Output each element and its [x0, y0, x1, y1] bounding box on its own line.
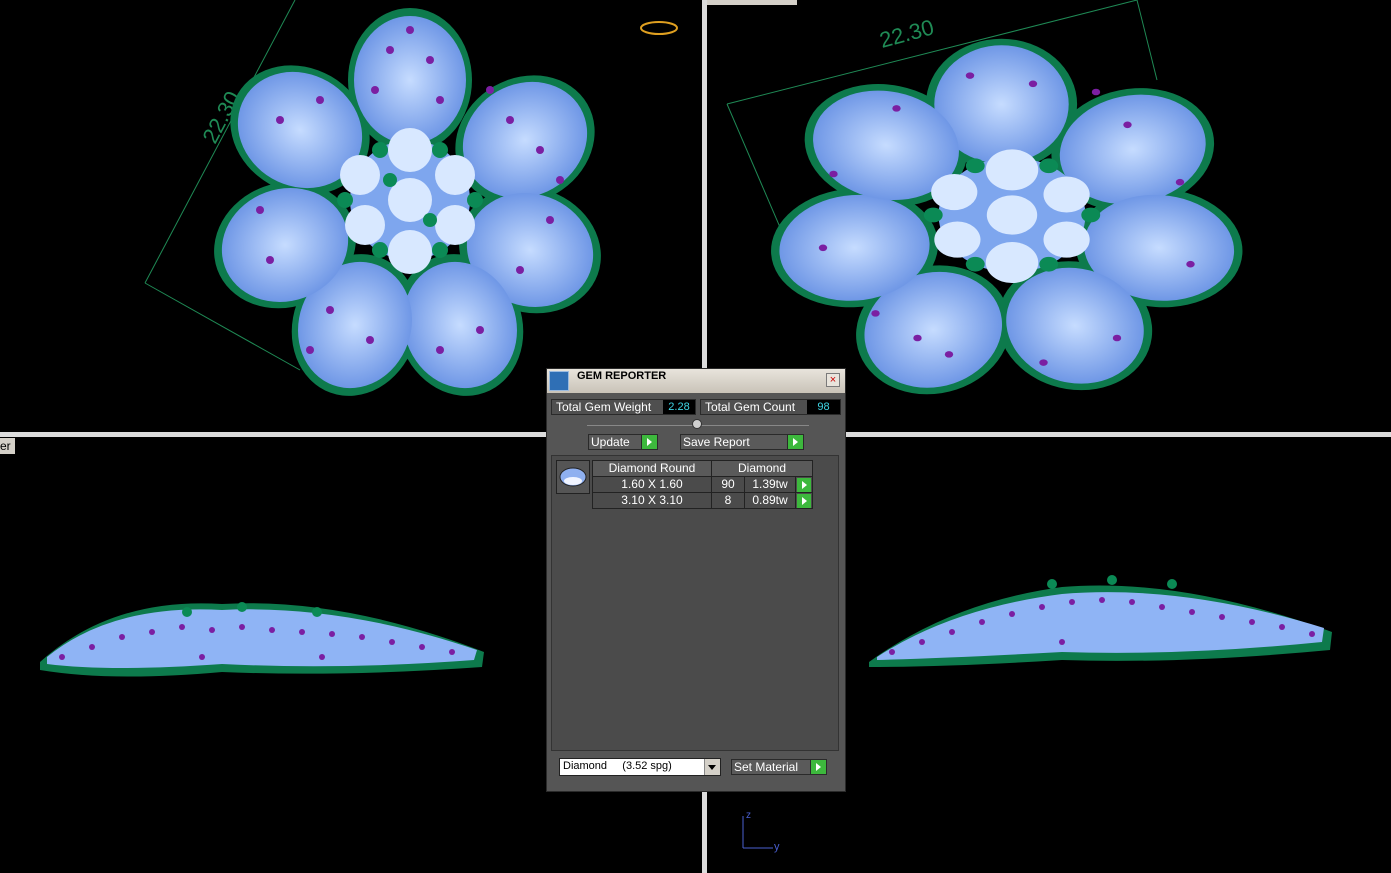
total-gem-weight-label: Total Gem Weight — [556, 400, 652, 414]
total-gem-count-value: 98 — [807, 400, 840, 414]
dimension-label-perspective: 22.30 — [877, 14, 937, 52]
total-gem-weight-value: 2.28 — [663, 400, 695, 414]
axis-indicator: z y — [742, 810, 780, 853]
row-size: 3.10 X 3.10 — [592, 492, 712, 509]
update-button-label: Update — [591, 435, 630, 449]
save-report-button-label: Save Report — [683, 435, 750, 449]
viewport-label: er — [0, 438, 15, 454]
row-weight: 1.39tw — [744, 476, 796, 493]
total-gem-count-label: Total Gem Count — [705, 400, 796, 414]
set-material-button-label: Set Material — [734, 760, 799, 774]
row-count: 90 — [711, 476, 745, 493]
viewport-tab — [707, 0, 797, 5]
chevron-down-icon[interactable] — [704, 759, 720, 775]
play-arrow-icon — [787, 435, 803, 449]
total-gem-weight: Total Gem Weight 2.28 — [551, 399, 696, 415]
gem-reporter-app-icon — [549, 371, 569, 391]
set-material-button[interactable]: Set Material — [731, 759, 827, 775]
window-title: GEM REPORTER — [577, 370, 667, 382]
row-weight: 0.89tw — [744, 492, 796, 509]
gem-reporter-titlebar[interactable]: GEM REPORTER × — [547, 369, 845, 393]
axis-y-label: y — [774, 841, 780, 853]
gem-reporter-window: GEM REPORTER × Total Gem Weight 2.28 Tot… — [546, 368, 846, 792]
diamond-round-icon — [556, 460, 590, 494]
slider-knob[interactable] — [692, 419, 702, 429]
header-shape: Diamond Round — [592, 460, 712, 477]
table-row[interactable]: 3.10 X 3.10 8 0.89tw — [592, 492, 813, 509]
update-button[interactable]: Update — [588, 434, 658, 450]
row-size: 1.60 X 1.60 — [592, 476, 712, 493]
play-arrow-icon — [797, 493, 811, 508]
header-material: Diamond — [711, 460, 813, 477]
play-arrow-icon — [641, 435, 657, 449]
table-header-row: Diamond Round Diamond — [592, 460, 813, 477]
table-row[interactable]: 1.60 X 1.60 90 1.39tw — [592, 476, 813, 493]
material-select-value: Diamond (3.52 spg) — [563, 760, 672, 772]
save-report-button[interactable]: Save Report — [680, 434, 804, 450]
gem-list: Diamond Round Diamond 1.60 X 1.60 90 1.3… — [551, 455, 839, 751]
row-count: 8 — [711, 492, 745, 509]
axis-z-label: z — [746, 810, 751, 821]
play-arrow-icon — [810, 760, 826, 774]
gem-table: Diamond Round Diamond 1.60 X 1.60 90 1.3… — [592, 460, 813, 509]
total-gem-count: Total Gem Count 98 — [700, 399, 841, 415]
row-action[interactable] — [795, 492, 813, 509]
play-arrow-icon — [797, 477, 811, 492]
close-icon[interactable]: × — [826, 373, 840, 387]
material-select[interactable]: Diamond (3.52 spg) — [559, 758, 721, 776]
row-action[interactable] — [795, 476, 813, 493]
